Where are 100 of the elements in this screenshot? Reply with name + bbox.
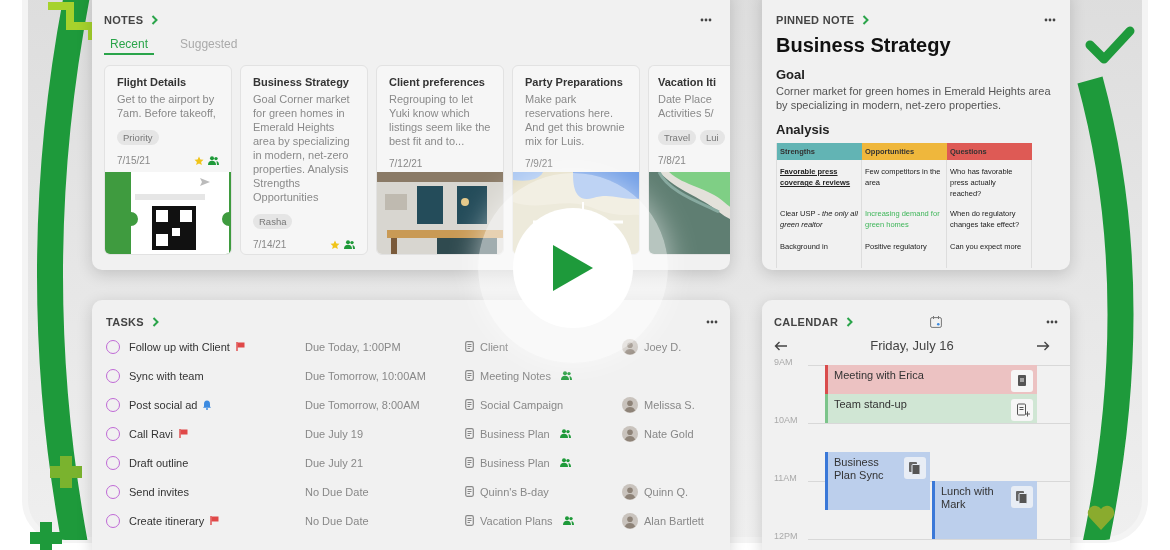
hour-label: 11AM <box>774 473 797 483</box>
arrow-left-icon[interactable] <box>774 340 788 351</box>
panel-title: CALENDAR <box>774 316 839 328</box>
note-icon[interactable] <box>1011 370 1033 392</box>
avatar-icon <box>622 425 638 442</box>
note-icon <box>465 370 474 381</box>
event-title: Team stand-up <box>834 398 908 411</box>
chevron-icon[interactable] <box>862 15 870 25</box>
task-title[interactable]: Sync with team <box>129 369 204 382</box>
more-icon[interactable] <box>1044 18 1056 22</box>
event-title: Business Plan Sync <box>834 456 885 482</box>
calendar-date: Friday, July 16 <box>870 338 954 353</box>
task-title[interactable]: Send invites <box>129 485 189 498</box>
note-date: 7/14/21 <box>253 239 287 250</box>
due-date: Due Tomorrow, 10:00AM <box>305 369 426 382</box>
event-title: Meeting with Erica <box>834 369 925 382</box>
note-date: 7/12/21 <box>389 158 423 169</box>
note-title: Party Preparations <box>525 76 624 88</box>
play-icon <box>553 245 593 291</box>
note-card[interactable]: Business Strategy Goal Corner market for green homes in Emerald Heights area by specializing in modern, net-zero properties. Analysis Strengths Opportunities Rasha 7/14/21 <box>240 65 368 255</box>
avatar-icon <box>622 483 638 500</box>
due-date: Due July 19 <box>305 427 364 440</box>
chevron-icon[interactable] <box>846 317 854 327</box>
more-icon[interactable] <box>700 18 712 22</box>
note-date: 7/8/21 <box>658 155 686 166</box>
avatar-icon <box>622 396 638 413</box>
avatar-icon <box>622 338 638 355</box>
notes-icon[interactable] <box>904 457 926 479</box>
chevron-icon[interactable] <box>151 317 159 327</box>
tag: Travel <box>658 130 697 145</box>
shared-icon <box>562 516 574 525</box>
calendar-event[interactable]: Team stand-up <box>825 394 1037 423</box>
shared-icon <box>208 156 219 165</box>
due-date: Due Today, 1:00PM <box>305 340 401 353</box>
task-title[interactable]: Draft outline <box>129 456 189 469</box>
task-title[interactable]: Follow up with Client <box>129 340 230 353</box>
section-heading: Analysis <box>776 122 831 137</box>
note-title: Client preferences <box>389 76 486 88</box>
star-icon <box>330 239 340 250</box>
assignee-name: Quinn Q. <box>644 485 689 498</box>
assignee-name: Joey D. <box>644 340 682 353</box>
star-icon <box>194 155 204 166</box>
panel-title: PINNED NOTE <box>776 14 855 26</box>
note-icon <box>465 515 474 526</box>
plus-icon <box>50 456 82 488</box>
tag: Priority <box>117 130 159 145</box>
calendar-event[interactable]: Business Plan Sync <box>825 452 930 510</box>
due-date: No Due Date <box>305 514 369 527</box>
more-icon[interactable] <box>706 320 718 324</box>
assignee-name: Melissa S. <box>644 398 695 411</box>
hour-label: 10AM <box>774 415 798 425</box>
due-date: Due July 21 <box>305 456 364 469</box>
note-preview: Goal Corner market for green homes in Emerald Heights area by specializing in modern, net-zero properties. Analysis Strengths Opportunities <box>253 92 351 204</box>
calendar-event[interactable]: Lunch with Mark <box>932 481 1037 539</box>
avatar-icon <box>622 512 638 529</box>
note-preview: Make park reservations here. And get this brownie mix for Luis. <box>525 92 626 148</box>
shared-icon <box>560 371 572 380</box>
add-note-icon[interactable] <box>1011 399 1033 421</box>
plus-icon <box>30 522 62 550</box>
more-icon[interactable] <box>1046 320 1058 324</box>
tag: Lui <box>700 130 725 145</box>
panel-title: TASKS <box>106 316 144 328</box>
shared-icon <box>344 240 355 249</box>
goal-text: Corner market for green homes in Emerald Heights area by specializing in modern, net-zero properties. <box>776 85 1052 112</box>
note-icon <box>465 399 474 410</box>
event-title: Lunch with Mark <box>941 485 995 511</box>
shared-icon <box>559 458 571 467</box>
hour-label: 9AM <box>774 357 793 367</box>
hour-label: 12PM <box>774 531 798 541</box>
note-icon <box>465 428 474 439</box>
note-card[interactable]: Client preferences Regrouping to let Yuki know which listings seem like the best fit and to... 7/12/21 <box>376 65 504 255</box>
check-icon <box>1085 26 1135 64</box>
assignee-name: Nate Gold <box>644 427 694 440</box>
calendar-icon[interactable] <box>929 316 942 328</box>
panel-title: NOTES <box>104 14 144 26</box>
due-date: No Due Date <box>305 485 369 498</box>
note-preview: Regrouping to let Yuki know which listings seem like the best fit and to... <box>389 92 492 148</box>
note-heading: Business Strategy <box>776 34 952 57</box>
arrow-right-icon[interactable] <box>1036 340 1050 351</box>
note-title: Business Strategy <box>253 76 350 88</box>
heart-icon <box>1087 505 1115 530</box>
tag: Rasha <box>253 214 293 229</box>
note-preview: Date Place Activities 5/ <box>658 92 715 120</box>
note-date: 7/9/21 <box>525 158 553 169</box>
note-date: 7/15/21 <box>117 155 151 166</box>
task-title[interactable]: Create itinerary <box>129 514 205 527</box>
note-icon <box>465 341 474 352</box>
shared-icon <box>559 429 571 438</box>
note-preview: Get to the airport by 7am. Before takeoff, <box>117 92 217 120</box>
notes-icon[interactable] <box>1011 486 1033 508</box>
note-card[interactable]: Flight Details Get to the airport by 7am. Before takeoff, Priority 7/15/21 <box>104 65 232 255</box>
calendar-event[interactable]: Meeting with Erica <box>825 365 1037 394</box>
note-card[interactable]: Vacation Iti Date Place Activities 5/ Travel Lui 7/8/21 <box>648 65 730 255</box>
due-date: Due Tomorrow, 8:00AM <box>305 398 420 411</box>
task-title[interactable]: Call Ravi <box>129 427 173 440</box>
task-title[interactable]: Post social ad <box>129 398 198 411</box>
note-icon <box>465 457 474 468</box>
section-heading: Goal <box>776 67 806 82</box>
chevron-icon[interactable] <box>151 15 159 25</box>
assignee-name: Alan Bartlett <box>644 514 704 527</box>
